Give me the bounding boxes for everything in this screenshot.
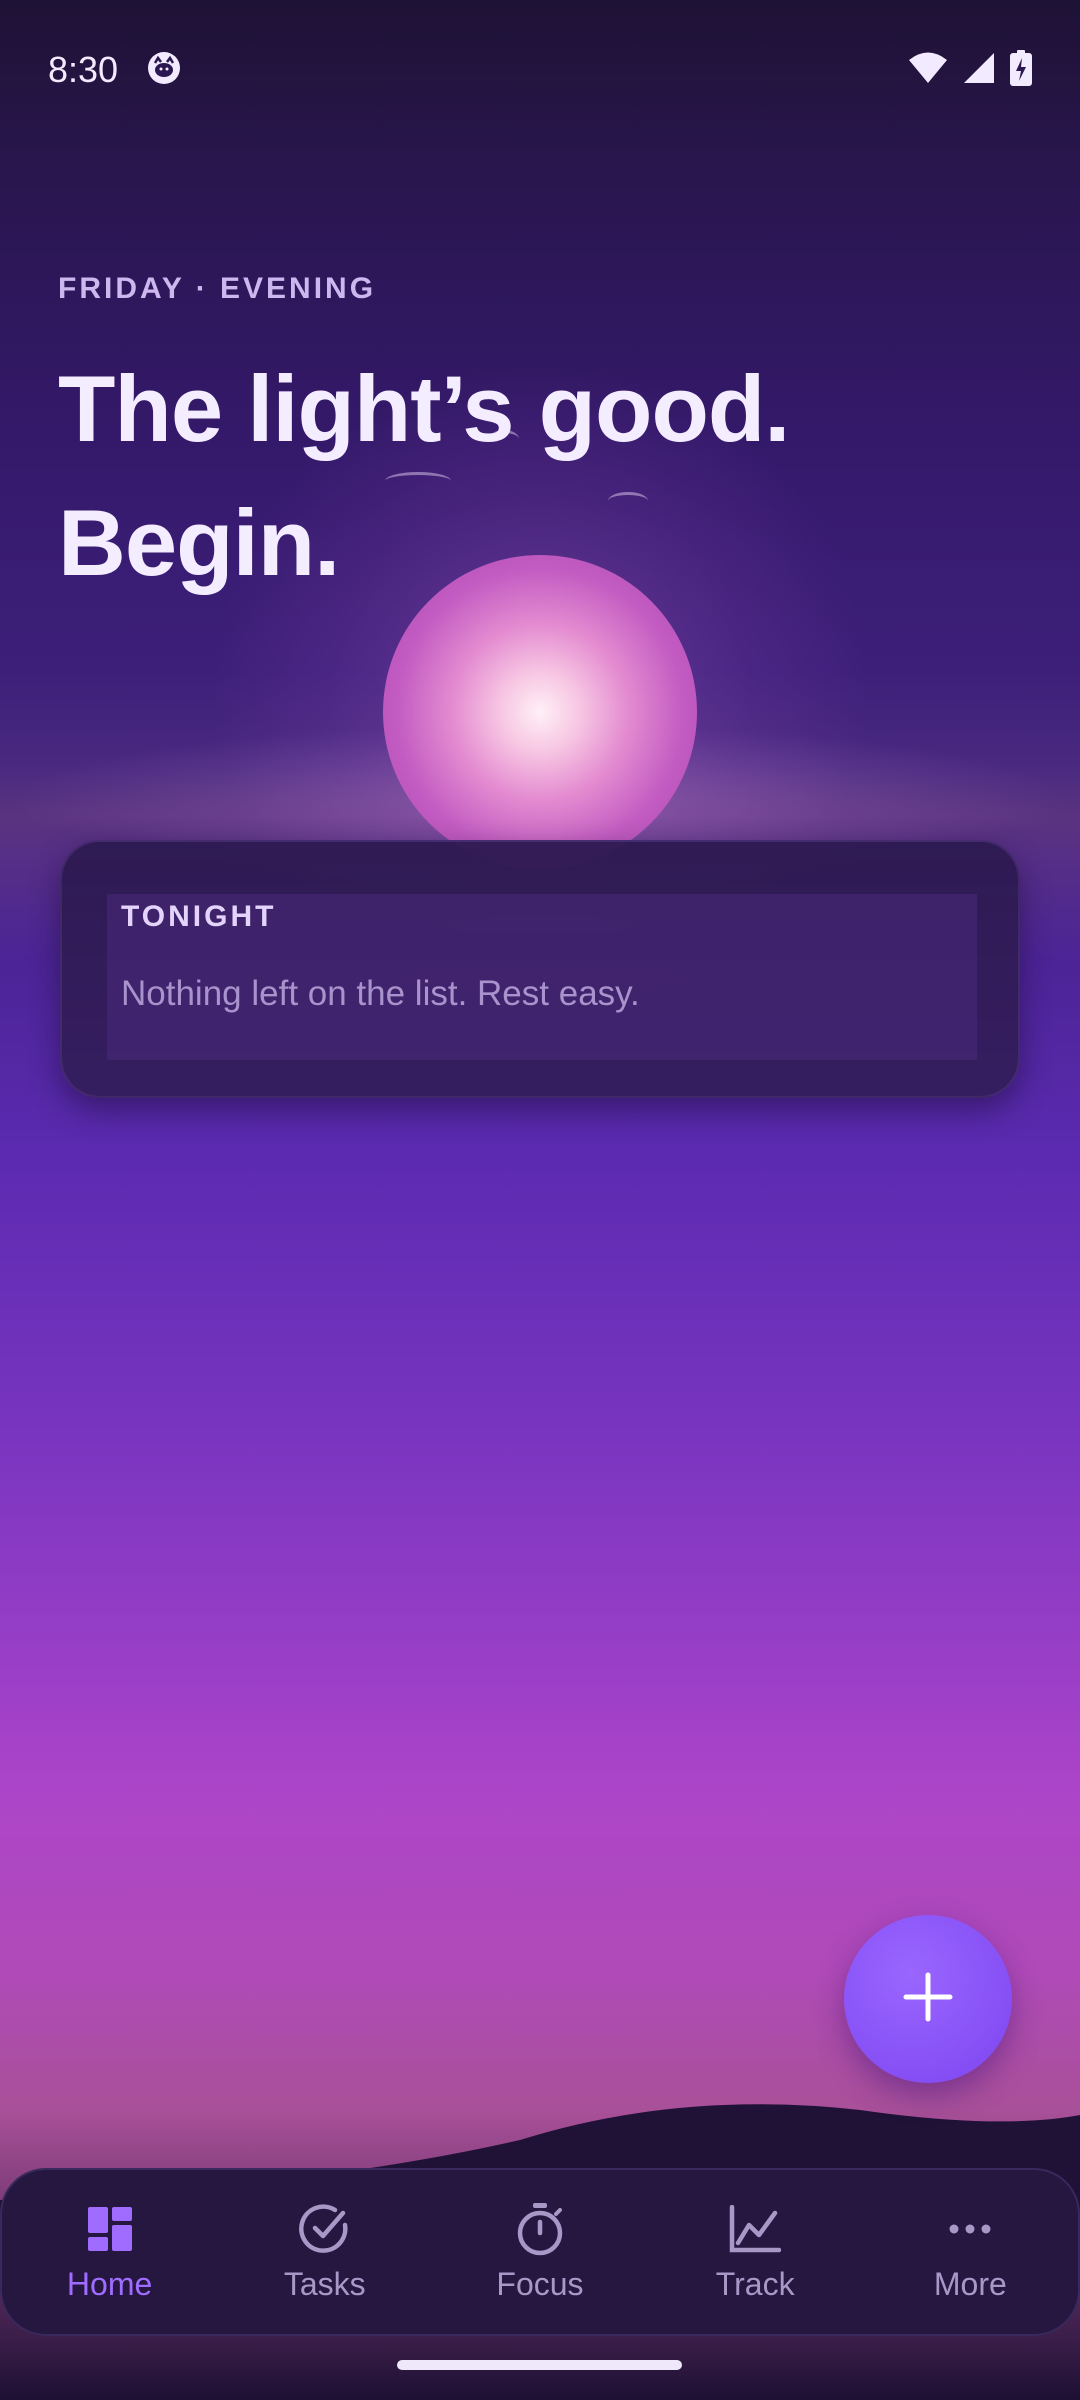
- nav-item-more[interactable]: More: [880, 2182, 1060, 2322]
- nav-label-tasks: Tasks: [283, 2265, 366, 2302]
- nav-label-home: Home: [66, 2265, 153, 2302]
- nav-item-home[interactable]: Home: [20, 2182, 200, 2322]
- empty-state-message: Nothing left on the list. Rest easy.: [121, 974, 640, 1013]
- headline-line-2: Begin.: [58, 490, 340, 595]
- nav-item-track[interactable]: Track: [665, 2182, 845, 2322]
- home-screen: 8:30 FRIDAY · EVENING The light’s good. …: [0, 0, 1080, 2400]
- home-indicator[interactable]: [397, 2360, 682, 2370]
- battery-charging-icon: [1010, 49, 1032, 91]
- more-horizontal-icon: [943, 2202, 997, 2256]
- tonight-card-content: TONIGHT Nothing left on the list. Rest e…: [107, 894, 977, 1060]
- line-chart-icon: [728, 2202, 782, 2256]
- daypart-label: FRIDAY · EVENING: [58, 272, 377, 305]
- wifi-icon: [908, 51, 948, 90]
- page-title: The light’s good. Begin.: [58, 342, 1018, 610]
- check-circle-icon: [298, 2202, 352, 2256]
- status-bar: 8:30: [0, 0, 1080, 140]
- nav-item-tasks[interactable]: Tasks: [235, 2182, 415, 2322]
- status-time: 8:30: [48, 49, 119, 90]
- dashboard-icon: [83, 2202, 137, 2256]
- nav-item-focus[interactable]: Focus: [450, 2182, 630, 2322]
- nav-label-track: Track: [715, 2265, 795, 2302]
- stopwatch-icon: [513, 2202, 567, 2256]
- cell-signal-icon: [962, 51, 996, 90]
- cat-face-icon: [146, 50, 182, 91]
- headline-line-1: The light’s good.: [58, 356, 790, 461]
- bottom-navigation: Home Tasks Focus Track More: [0, 2168, 1080, 2336]
- add-task-fab[interactable]: [844, 1915, 1012, 2083]
- card-title: TONIGHT: [121, 900, 277, 933]
- greeting-header: FRIDAY · EVENING The light’s good. Begin…: [58, 272, 1018, 610]
- nav-label-focus: Focus: [496, 2265, 584, 2302]
- tonight-card[interactable]: TONIGHT Nothing left on the list. Rest e…: [60, 840, 1020, 1098]
- plus-icon: [900, 1969, 956, 2030]
- nav-label-more: More: [933, 2265, 1007, 2302]
